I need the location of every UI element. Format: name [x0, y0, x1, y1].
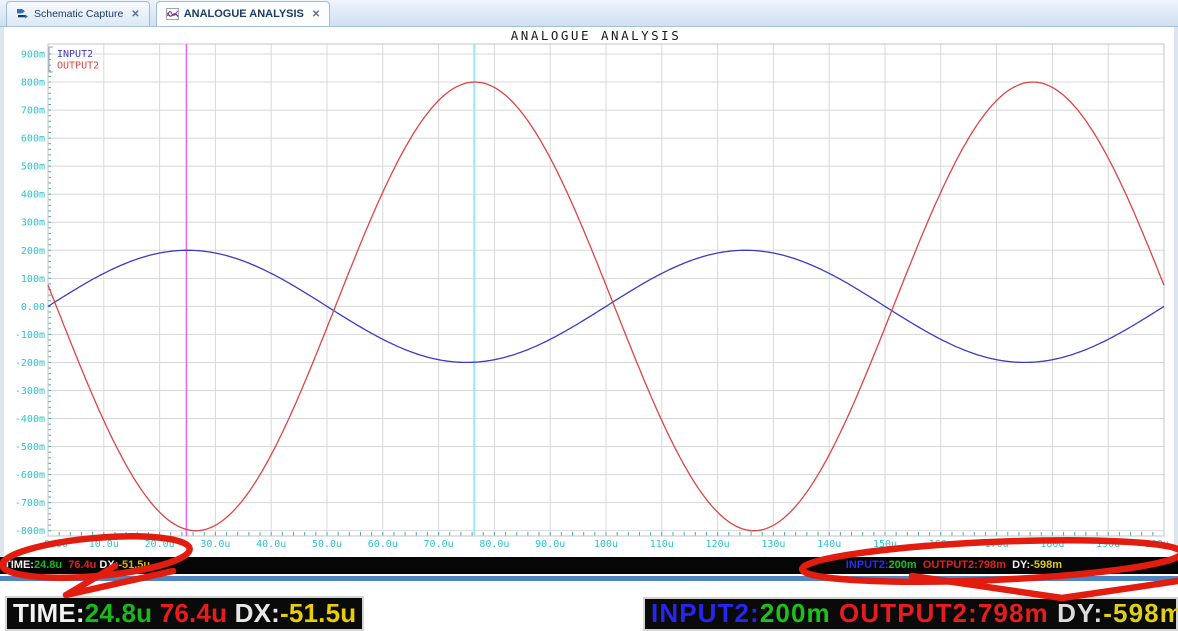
y-tick-label: -100m — [15, 330, 45, 341]
x-tick-label: 200u — [1145, 539, 1169, 550]
x-tick-label: 70.0u — [424, 539, 454, 550]
x-tick-label: 170u — [985, 539, 1009, 550]
chart-title: ANALOGUE ANALYSIS — [511, 28, 681, 43]
y-tick-label: 600m — [21, 134, 45, 145]
tab-analogue-analysis[interactable]: ANALOGUE ANALYSIS ✕ — [155, 1, 331, 26]
tab-label: Schematic Capture — [34, 8, 124, 20]
readout-segment: 24.8u — [84, 598, 153, 628]
y-tick-label: 400m — [21, 190, 45, 201]
x-tick-label: 180u — [1040, 539, 1064, 550]
readout-segment: INPUT2: — [651, 598, 760, 628]
x-tick-label: 50.0u — [312, 539, 342, 550]
y-tick-label: -300m — [15, 386, 45, 397]
x-tick-label: 130u — [761, 539, 785, 550]
x-tick-label: 20.0u — [145, 539, 175, 550]
readout-segment: 200m — [888, 559, 917, 571]
x-tick-label: 10.0u — [89, 539, 119, 550]
legend-label-output2: OUTPUT2 — [57, 61, 99, 72]
y-tick-label: -800m — [15, 526, 45, 537]
readout-segment: 798m — [977, 559, 1006, 571]
analysis-chart[interactable]: INPUT2OUTPUT2 900m 800m 700m 600m 500m 400m 300… — [0, 26, 1178, 557]
x-tick-label: 120u — [706, 539, 730, 550]
time-readout: TIME:24.8u 76.4u DX:-51.5u — [4, 557, 150, 574]
readout-segment: OUTPUT2: — [916, 559, 978, 571]
y-tick-label: 500m — [21, 162, 45, 173]
x-tick-label: 90.0u — [535, 539, 565, 550]
grid — [47, 44, 1165, 536]
readout-segment: 76.4u — [152, 598, 228, 628]
tab-bar: Schematic Capture ✕ ANALOGUE ANALYSIS ✕ — [0, 0, 1178, 27]
y-tick-label: -600m — [15, 470, 45, 481]
readout-segment: DY: — [1048, 598, 1104, 628]
readout-segment: -598m — [1030, 559, 1062, 571]
values-readout: INPUT2:200m OUTPUT2:798m DY:-598m — [846, 557, 1062, 574]
x-tick-label: 0.00 — [44, 539, 68, 550]
y-tick-label: 200m — [21, 246, 45, 257]
readout-segment: -51.5u — [280, 598, 357, 628]
window-bottom-edge — [0, 576, 1178, 581]
y-tick-label: -400m — [15, 414, 45, 425]
callout-time: TIME:24.8u 76.4u DX:-51.5u — [5, 596, 365, 631]
readout-segment: DX: — [96, 559, 119, 571]
schematic-icon — [16, 8, 29, 20]
readout-segment: OUTPUT2:798m — [830, 598, 1049, 628]
y-tick-label: 100m — [21, 274, 45, 285]
readout-segment: DY: — [1005, 559, 1031, 571]
status-bar: TIME:24.8u 76.4u DX:-51.5u INPUT2:200m O… — [0, 557, 1178, 574]
waveform-icon — [165, 8, 179, 20]
y-tick-label: 700m — [21, 106, 45, 117]
tab-label: ANALOGUE ANALYSIS — [183, 8, 304, 20]
x-tick-label: 190u — [1096, 539, 1120, 550]
y-tick-label: 800m — [21, 78, 45, 89]
y-tick-label: 300m — [21, 218, 45, 229]
x-tick-label: 60.0u — [368, 539, 398, 550]
readout-segment: 24.8u — [33, 559, 63, 571]
readout-segment: 200m — [759, 598, 831, 628]
readout-segment: 76.4u — [62, 559, 97, 571]
close-icon[interactable]: ✕ — [309, 9, 320, 20]
readout-segment: TIME: — [4, 559, 34, 571]
y-tick-label: -700m — [15, 498, 45, 509]
analogue-analysis-window: Schematic Capture ✕ ANALOGUE ANALYSIS ✕ … — [0, 0, 1178, 631]
readout-segment: INPUT2: — [845, 559, 889, 571]
x-tick-label: 150u — [873, 539, 897, 550]
x-tick-label: 160u — [929, 539, 953, 550]
x-tick-label: 100u — [594, 539, 618, 550]
x-tick-label: 140u — [817, 539, 841, 550]
legend-label-input2: INPUT2 — [57, 49, 93, 60]
x-tick-label: 80.0u — [479, 539, 509, 550]
y-tick-label: 0.00 — [21, 302, 45, 313]
readout-segment: -598m — [1103, 598, 1178, 628]
callout-values: INPUT2:200m OUTPUT2:798m DY:-598m — [643, 597, 1178, 631]
x-tick-label: 30.0u — [200, 539, 230, 550]
readout-segment: -51.5u — [118, 559, 151, 571]
close-icon[interactable]: ✕ — [128, 9, 139, 20]
y-tick-label: -200m — [15, 358, 45, 369]
graph-window: INPUT2 OUTPUT2 900m 800m 700m 600m 500m 400m 300… — [0, 26, 1178, 557]
y-tick-label: 900m — [21, 50, 45, 61]
y-tick-label: -500m — [15, 442, 45, 453]
x-tick-label: 110u — [650, 539, 674, 550]
readout-segment: TIME: — [13, 598, 85, 628]
x-tick-label: 40.0u — [256, 539, 286, 550]
readout-segment: DX: — [227, 598, 280, 628]
tab-schematic-capture[interactable]: Schematic Capture ✕ — [6, 1, 150, 26]
